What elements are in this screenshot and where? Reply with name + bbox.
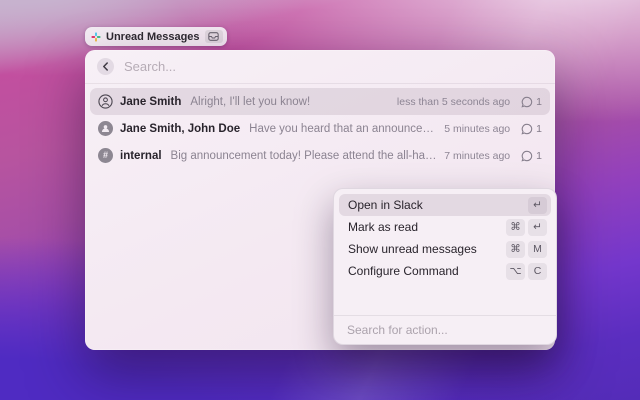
shortcut-keys: ⌘ ↵ (506, 219, 547, 236)
message-row[interactable]: Jane Smith, John Doe Have you heard that… (90, 115, 550, 142)
window-header (85, 50, 555, 84)
return-key: ↵ (528, 197, 547, 214)
message-row[interactable]: Jane Smith Alright, I'll let you know! l… (90, 88, 550, 115)
message-sender: internal (120, 150, 162, 162)
unread-count-badge: 1 (521, 150, 542, 162)
m-key: M (528, 241, 547, 258)
shortcut-keys: ⌥ C (506, 263, 547, 280)
shortcut-keys: ⌘ M (506, 241, 547, 258)
message-sender: Jane Smith, John Doe (120, 123, 240, 135)
search-input[interactable] (124, 59, 543, 74)
message-timestamp: less than 5 seconds ago (397, 96, 510, 108)
action-open-in-slack[interactable]: Open in Slack ↵ (339, 194, 551, 216)
shortcut-keys: ↵ (528, 197, 547, 214)
message-preview: Big announcement today! Please attend th… (171, 150, 438, 162)
action-search-input[interactable] (347, 323, 543, 337)
chat-bubble-icon (521, 123, 533, 135)
message-timestamp: 5 minutes ago (444, 123, 510, 135)
c-key: C (528, 263, 547, 280)
tray-icon[interactable] (205, 30, 223, 43)
action-panel: Open in Slack ↵ Mark as read ⌘ ↵ Show un… (333, 188, 557, 345)
unread-count-badge: 1 (521, 96, 542, 108)
slack-icon (91, 32, 101, 42)
message-row[interactable]: # internal Big announcement today! Pleas… (90, 142, 550, 169)
person-avatar-icon (98, 94, 113, 109)
back-button[interactable] (97, 58, 114, 75)
unread-count: 1 (536, 96, 542, 108)
option-key: ⌥ (506, 263, 525, 280)
message-timestamp: 7 minutes ago (444, 150, 510, 162)
unread-count-badge: 1 (521, 123, 542, 135)
message-preview: Alright, I'll let you know! (190, 96, 390, 108)
command-pill-label: Unread Messages (106, 31, 200, 43)
message-sender: Jane Smith (120, 96, 181, 108)
chevron-left-icon (102, 62, 109, 71)
launcher-window: Jane Smith Alright, I'll let you know! l… (85, 50, 555, 350)
unread-count: 1 (536, 150, 542, 162)
message-list: Jane Smith Alright, I'll let you know! l… (85, 84, 555, 169)
action-configure-command[interactable]: Configure Command ⌥ C (339, 260, 551, 282)
message-preview: Have you heard that an announcement is c… (249, 123, 437, 135)
return-key: ↵ (528, 219, 547, 236)
channel-hash-icon: # (98, 148, 113, 163)
command-key: ⌘ (506, 241, 525, 258)
chat-bubble-icon (521, 96, 533, 108)
command-pill[interactable]: Unread Messages (85, 27, 227, 46)
group-avatar-icon (98, 121, 113, 136)
action-show-unread-messages[interactable]: Show unread messages ⌘ M (339, 238, 551, 260)
panel-spacer (334, 287, 556, 315)
chat-bubble-icon (521, 150, 533, 162)
unread-count: 1 (536, 123, 542, 135)
command-key: ⌘ (506, 219, 525, 236)
action-panel-footer (334, 315, 556, 344)
action-panel-items: Open in Slack ↵ Mark as read ⌘ ↵ Show un… (334, 189, 556, 287)
action-mark-as-read[interactable]: Mark as read ⌘ ↵ (339, 216, 551, 238)
